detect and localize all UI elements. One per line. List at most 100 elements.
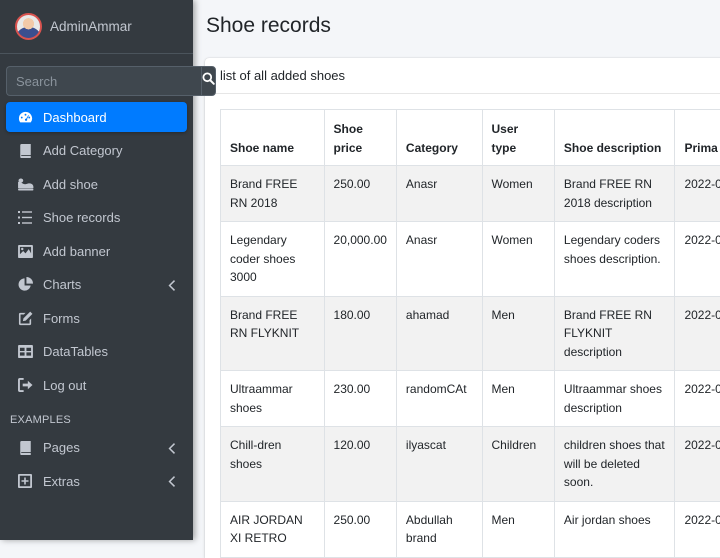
list-icon <box>16 209 34 227</box>
cell-description: Brand FREE RN 2018 description <box>554 166 675 222</box>
nav-item-forms[interactable]: Forms <box>6 303 187 333</box>
book-icon <box>16 142 34 160</box>
cell-date: 2022-0 <box>675 501 720 557</box>
search-input[interactable] <box>6 66 201 96</box>
column-header[interactable]: User type <box>482 110 554 166</box>
cell-category: Anasr <box>396 166 482 222</box>
cell-description: children shoes that will be deleted soon… <box>554 427 675 502</box>
nav-label: Forms <box>43 311 80 326</box>
cell-date: 2022-0 <box>675 222 720 297</box>
cell-shoe-name: Brand FREE RN FLYKNIT <box>221 296 325 371</box>
table-row: AIR JORDAN XI RETRO 250.00 Abdullah bran… <box>221 501 720 557</box>
nav-label: DataTables <box>43 344 108 359</box>
nav-item-pages[interactable]: Pages <box>6 433 187 463</box>
nav-label: Pages <box>43 440 80 455</box>
cell-category: Abdullah brand <box>396 501 482 557</box>
shoe-records-card: list of all added shoes Shoe name Shoe p… <box>205 58 720 558</box>
column-header[interactable]: Shoe name <box>221 110 325 166</box>
chevron-left-icon <box>168 279 175 294</box>
table-header-row: Shoe name Shoe price Category User type … <box>221 110 720 166</box>
cell-shoe-price: 230.00 <box>324 371 396 427</box>
column-header[interactable]: Prima <box>675 110 720 166</box>
sidebar-search <box>6 66 187 96</box>
cell-date: 2022-0 <box>675 166 720 222</box>
sidebar: AdminAmmar Dashboard Add Category Ad <box>0 0 193 540</box>
user-avatar[interactable] <box>15 13 42 40</box>
nav-item-datatables[interactable]: DataTables <box>6 337 187 367</box>
cell-shoe-price: 20,000.00 <box>324 222 396 297</box>
nav-label: Add shoe <box>43 177 98 192</box>
column-header[interactable]: Shoe price <box>324 110 396 166</box>
page-title: Shoe records <box>206 14 331 38</box>
cell-shoe-price: 120.00 <box>324 427 396 502</box>
cell-shoe-name: Legendary coder shoes 3000 <box>221 222 325 297</box>
cell-user-type: Men <box>482 296 554 371</box>
table-icon <box>16 343 34 361</box>
card-header: list of all added shoes <box>205 58 720 94</box>
cell-user-type: Women <box>482 222 554 297</box>
cell-category: ilyascat <box>396 427 482 502</box>
cell-date: 2022-0 <box>675 427 720 502</box>
column-header[interactable]: Category <box>396 110 482 166</box>
user-panel[interactable]: AdminAmmar <box>0 0 193 54</box>
cell-description: Ultraammar shoes description <box>554 371 675 427</box>
cell-shoe-name: Brand FREE RN 2018 <box>221 166 325 222</box>
cell-category: Anasr <box>396 222 482 297</box>
cell-user-type: Women <box>482 166 554 222</box>
user-name[interactable]: AdminAmmar <box>50 19 132 34</box>
main-content: Shoe records list of all added shoes Sho… <box>193 0 720 540</box>
nav-label: Extras <box>43 474 80 489</box>
nav-item-add-shoe[interactable]: Add shoe <box>6 169 187 199</box>
sidebar-nav-examples: Pages Extras <box>0 433 193 497</box>
nav-label: Log out <box>43 378 86 393</box>
nav-item-add-category[interactable]: Add Category <box>6 136 187 166</box>
image-icon <box>16 242 34 260</box>
table-row: Brand FREE RN FLYKNIT 180.00 ahamad Men … <box>221 296 720 371</box>
cell-user-type: Men <box>482 371 554 427</box>
tachometer-icon <box>16 108 34 126</box>
cell-shoe-name: Chill-dren shoes <box>221 427 325 502</box>
column-header[interactable]: Shoe description <box>554 110 675 166</box>
search-icon <box>202 72 215 90</box>
chevron-left-icon <box>168 475 175 490</box>
nav-item-logout[interactable]: Log out <box>6 370 187 400</box>
plus-square-icon <box>16 472 34 490</box>
cell-shoe-price: 180.00 <box>324 296 396 371</box>
cell-shoe-name: Ultraammar shoes <box>221 371 325 427</box>
sidebar-nav: Dashboard Add Category Add shoe Shoe rec… <box>0 102 193 400</box>
shoe-records-table: Shoe name Shoe price Category User type … <box>220 109 720 558</box>
table-row: Brand FREE RN 2018 250.00 Anasr Women Br… <box>221 166 720 222</box>
cell-description: Brand FREE RN FLYKNIT description <box>554 296 675 371</box>
cell-date: 2022-0 <box>675 296 720 371</box>
table-row: Ultraammar shoes 230.00 randomCAt Men Ul… <box>221 371 720 427</box>
chevron-left-icon <box>168 442 175 457</box>
cell-description: Legendary coders shoes description. <box>554 222 675 297</box>
logout-icon <box>16 376 34 394</box>
nav-item-extras[interactable]: Extras <box>6 466 187 496</box>
cell-shoe-price: 250.00 <box>324 501 396 557</box>
search-button[interactable] <box>201 66 216 96</box>
cell-user-type: Men <box>482 501 554 557</box>
cell-category: ahamad <box>396 296 482 371</box>
book-icon <box>16 439 34 457</box>
cell-category: randomCAt <box>396 371 482 427</box>
shoe-icon <box>16 175 34 193</box>
nav-item-shoe-records[interactable]: Shoe records <box>6 203 187 233</box>
nav-header-examples: EXAMPLES <box>0 404 193 433</box>
nav-item-add-banner[interactable]: Add banner <box>6 236 187 266</box>
cell-user-type: Children <box>482 427 554 502</box>
nav-label: Charts <box>43 277 81 292</box>
table-row: Legendary coder shoes 3000 20,000.00 Ana… <box>221 222 720 297</box>
cell-date: 2022-0 <box>675 371 720 427</box>
nav-item-charts[interactable]: Charts <box>6 270 187 300</box>
nav-label: Dashboard <box>43 110 107 125</box>
cell-shoe-name: AIR JORDAN XI RETRO <box>221 501 325 557</box>
cell-shoe-price: 250.00 <box>324 166 396 222</box>
table-row: Chill-dren shoes 120.00 ilyascat Childre… <box>221 427 720 502</box>
pie-chart-icon <box>16 276 34 294</box>
cell-description: Air jordan shoes <box>554 501 675 557</box>
nav-label: Shoe records <box>43 210 120 225</box>
nav-item-dashboard[interactable]: Dashboard <box>6 102 187 132</box>
nav-label: Add banner <box>43 244 110 259</box>
nav-label: Add Category <box>43 143 123 158</box>
